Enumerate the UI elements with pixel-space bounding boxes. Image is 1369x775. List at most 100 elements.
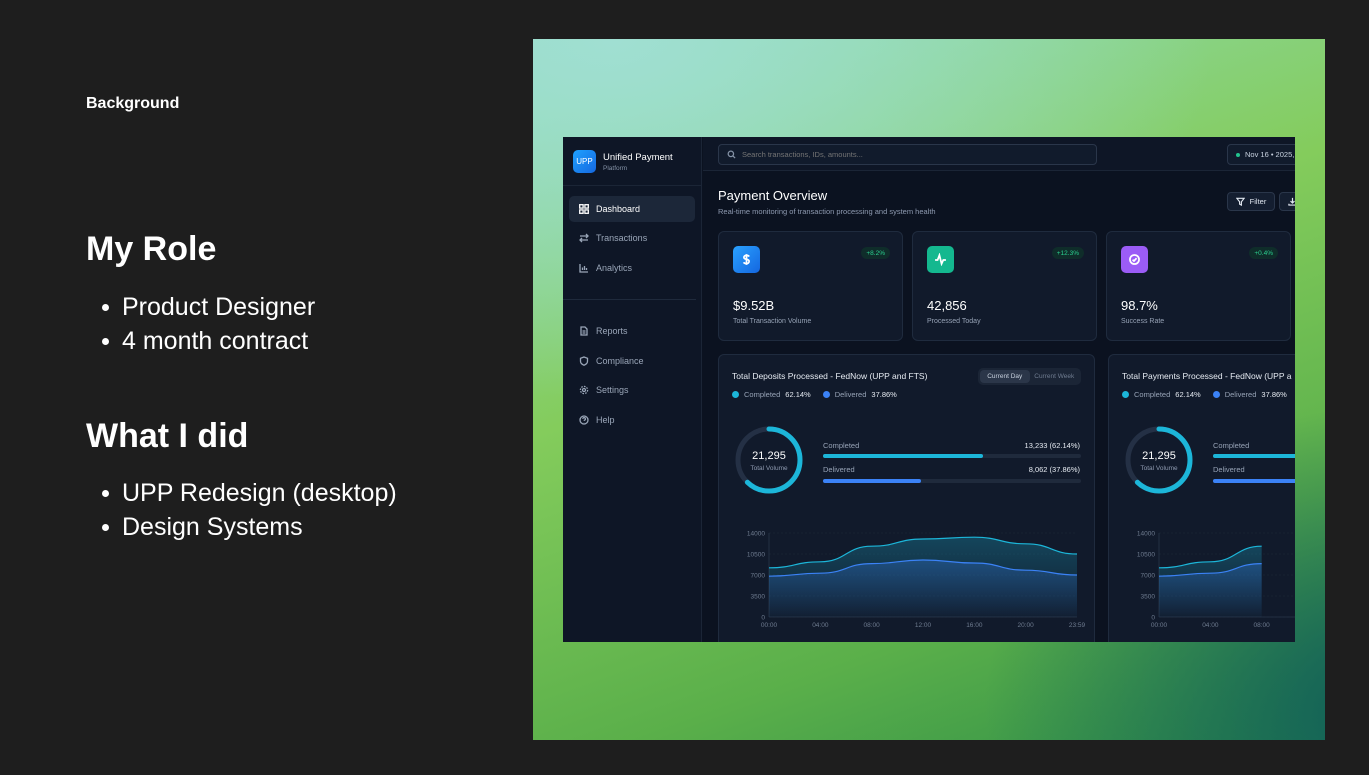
date-text: Nov 16 • 2025, bbox=[1245, 150, 1295, 159]
trend-badge: +12.3% bbox=[1051, 247, 1084, 259]
sidebar-item-transactions[interactable]: Transactions bbox=[569, 225, 695, 251]
trend-badge: +8.2% bbox=[861, 247, 890, 259]
donut-label: Total Volume bbox=[1140, 465, 1178, 472]
arrows-icon bbox=[579, 233, 589, 243]
trend-badge: +0.4% bbox=[1249, 247, 1278, 259]
y-tick-label: 0 bbox=[761, 615, 765, 622]
toggle-current-week[interactable]: Current Week bbox=[1030, 370, 1080, 383]
divider bbox=[563, 299, 696, 300]
sidebar-item-settings[interactable]: Settings bbox=[569, 377, 695, 403]
search-input[interactable] bbox=[742, 150, 1072, 159]
sidebar-item-label: Dashboard bbox=[596, 204, 641, 214]
progress-track bbox=[823, 454, 1081, 458]
y-tick-label: 10500 bbox=[1137, 552, 1155, 559]
gear-icon bbox=[579, 385, 589, 395]
legend-dot-icon bbox=[1212, 391, 1220, 398]
kpi-card-success-rate[interactable]: +0.4% 98.7% Success Rate bbox=[1106, 231, 1291, 341]
kpi-label: Processed Today bbox=[927, 318, 981, 325]
legend-dot-icon bbox=[732, 391, 739, 398]
sidebar-item-help[interactable]: Help bbox=[569, 407, 695, 433]
brand-title: Unified Payment bbox=[603, 151, 673, 163]
bullet-icon bbox=[102, 523, 109, 531]
eyebrow-label: Background bbox=[86, 95, 180, 112]
x-tick-label: 00:00 bbox=[1151, 622, 1168, 629]
donut-value: 21,295 bbox=[1142, 450, 1176, 462]
legend-name: Delivered bbox=[1224, 390, 1257, 399]
did-item: Design Systems bbox=[86, 510, 397, 544]
help-icon bbox=[579, 415, 589, 425]
area-chart: 14000 10500 7000 3500 000:00 04:00 08:00 bbox=[1137, 531, 1295, 629]
legend-dot-icon bbox=[822, 391, 830, 398]
progress-fill-completed bbox=[1213, 454, 1295, 458]
y-tick-label: 14000 bbox=[747, 531, 765, 538]
topbar: Nov 16 • 2025, bbox=[703, 137, 1295, 171]
did-item-text: Design Systems bbox=[122, 512, 303, 541]
legend-name: Completed bbox=[1134, 390, 1171, 399]
did-heading: What I did bbox=[86, 417, 249, 455]
sidebar-item-analytics[interactable]: Analytics bbox=[569, 255, 695, 281]
kpi-value: 98.7% bbox=[1121, 298, 1158, 313]
sidebar-item-label: Reports bbox=[596, 326, 628, 336]
legend-name: Delivered bbox=[834, 390, 867, 399]
role-heading: My Role bbox=[86, 230, 217, 268]
date-pill[interactable]: Nov 16 • 2025, bbox=[1227, 144, 1295, 165]
progress-label: Completed bbox=[1213, 441, 1250, 450]
grid-icon bbox=[579, 204, 589, 214]
status-dot-icon bbox=[1236, 152, 1240, 157]
y-tick-label: 7000 bbox=[751, 573, 766, 580]
page-subtitle: Real-time monitoring of transaction proc… bbox=[718, 207, 936, 216]
y-tick-label: 3500 bbox=[1141, 594, 1156, 601]
sidebar-item-label: Transactions bbox=[596, 233, 648, 243]
search-box[interactable] bbox=[718, 144, 1097, 165]
kpi-label: Success Rate bbox=[1121, 318, 1165, 325]
shield-icon bbox=[579, 356, 589, 366]
sidebar-item-reports[interactable]: Reports bbox=[569, 318, 695, 344]
x-tick-label: 08:00 bbox=[1254, 622, 1271, 629]
y-tick-label: 7000 bbox=[1141, 573, 1156, 580]
donut-label: Total Volume bbox=[750, 465, 788, 472]
x-tick-label: 12:00 bbox=[915, 622, 932, 629]
sidebar: UPP Unified Payment Platform Dashboard T… bbox=[563, 137, 702, 642]
x-tick-label: 08:00 bbox=[864, 622, 881, 629]
sidebar-item-compliance[interactable]: Compliance bbox=[569, 348, 695, 374]
brand-subtitle: Platform bbox=[603, 164, 628, 172]
dollar-icon bbox=[733, 246, 760, 273]
sidebar-item-label: Settings bbox=[596, 385, 629, 395]
filter-button[interactable]: Filter bbox=[1227, 192, 1275, 211]
kpi-card-volume[interactable]: +8.2% $9.52B Total Transaction Volume bbox=[718, 231, 903, 341]
x-tick-label: 16:00 bbox=[966, 622, 983, 629]
bar-chart-icon bbox=[579, 264, 588, 273]
period-toggle: Current Day Current Week bbox=[978, 368, 1081, 385]
payments-panel: Total Payments Processed - FedNow (UPP a… bbox=[1108, 354, 1295, 642]
did-item-text: UPP Redesign (desktop) bbox=[122, 478, 397, 507]
divider bbox=[563, 185, 702, 186]
document-icon bbox=[580, 326, 588, 336]
progress-label: Completed bbox=[823, 441, 860, 450]
toggle-current-day[interactable]: Current Day bbox=[980, 370, 1030, 383]
x-tick-label: 23:59 bbox=[1069, 622, 1086, 629]
kpi-card-processed[interactable]: +12.3% 42,856 Processed Today bbox=[912, 231, 1097, 341]
brand-logo: UPP bbox=[573, 150, 596, 173]
sidebar-item-label: Compliance bbox=[596, 356, 644, 366]
x-tick-label: 04:00 bbox=[1202, 622, 1219, 629]
deposits-panel: Total Deposits Processed - FedNow (UPP a… bbox=[718, 354, 1095, 642]
kpi-value: $9.52B bbox=[733, 298, 775, 313]
y-tick-label: 0 bbox=[1151, 615, 1155, 622]
progress-label: Delivered bbox=[823, 465, 855, 474]
legend-value: 37.86% bbox=[1261, 390, 1287, 399]
y-tick-label: 3500 bbox=[751, 594, 766, 601]
bullet-icon bbox=[102, 337, 109, 345]
download-button[interactable] bbox=[1279, 192, 1295, 211]
legend-name: Completed bbox=[744, 390, 781, 399]
sidebar-item-label: Help bbox=[596, 415, 615, 425]
y-tick-label: 14000 bbox=[1137, 531, 1155, 538]
did-item: UPP Redesign (desktop) bbox=[86, 476, 397, 510]
sidebar-item-dashboard[interactable]: Dashboard bbox=[569, 196, 695, 222]
role-list: Product Designer 4 month contract bbox=[86, 290, 315, 358]
brand[interactable]: UPP Unified Payment Platform bbox=[573, 150, 673, 173]
legend-value: 62.14% bbox=[785, 390, 811, 399]
legend-value: 37.86% bbox=[871, 390, 897, 399]
page-title: Payment Overview bbox=[718, 188, 828, 203]
x-tick-label: 20:00 bbox=[1018, 622, 1035, 629]
search-icon bbox=[727, 150, 736, 159]
